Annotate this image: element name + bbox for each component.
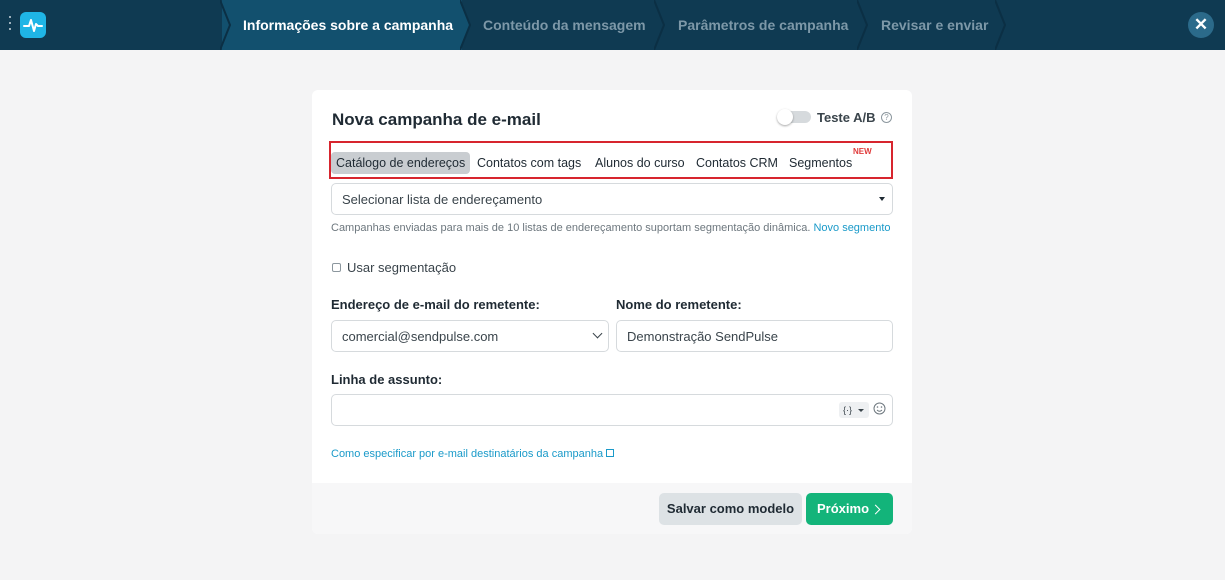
mailing-list-select[interactable]: Selecionar lista de endereçamento xyxy=(331,183,893,215)
step-divider-icon xyxy=(654,0,666,50)
sender-name-input[interactable]: Demonstração SendPulse xyxy=(616,320,893,352)
sender-email-label: Endereço de e-mail do remetente: xyxy=(331,297,540,312)
howto-link-text: Como especificar por e-mail destinatário… xyxy=(331,448,604,460)
chevron-down-icon xyxy=(592,328,603,339)
tab-label: Catálogo de endereços xyxy=(336,156,466,170)
tab-crm-contacts[interactable]: Contatos CRM xyxy=(691,152,783,174)
tab-label: Contatos CRM xyxy=(696,156,778,170)
step-campaign-parameters[interactable]: Parâmetros de campanha xyxy=(678,0,848,50)
caret-down-icon xyxy=(879,197,885,201)
step-divider-icon xyxy=(995,0,1007,50)
card-footer: Salvar como modelo Próximo xyxy=(312,483,912,534)
tab-segments[interactable]: Segmentos xyxy=(784,152,857,174)
step-label: Informações sobre a campanha xyxy=(243,17,454,33)
tab-address-book[interactable]: Catálogo de endereços xyxy=(331,152,471,174)
chevron-right-icon xyxy=(870,504,881,515)
next-button[interactable]: Próximo xyxy=(806,493,893,525)
sender-email-value: comercial@sendpulse.com xyxy=(342,329,499,344)
sender-name-value: Demonstração SendPulse xyxy=(627,329,779,344)
sendpulse-logo-icon[interactable] xyxy=(20,12,46,38)
step-campaign-info[interactable]: Informações sobre a campanha xyxy=(222,0,462,50)
variables-glyph: {·} xyxy=(843,405,853,415)
step-label: Conteúdo da mensagem xyxy=(483,17,646,33)
step-label: Revisar e enviar xyxy=(881,17,989,33)
variables-icon[interactable]: {·} xyxy=(839,402,869,418)
step-message-content[interactable]: Conteúdo da mensagem xyxy=(483,0,646,50)
tab-label: Contatos com tags xyxy=(477,156,582,170)
help-icon[interactable]: ? xyxy=(881,112,892,123)
segmentation-hint: Campanhas enviadas para mais de 10 lista… xyxy=(331,220,891,236)
howto-recipients-link[interactable]: Como especificar por e-mail destinatário… xyxy=(331,448,615,460)
step-label: Parâmetros de campanha xyxy=(678,17,849,33)
tab-tagged-contacts[interactable]: Contatos com tags xyxy=(472,152,586,174)
ab-test-toggle[interactable] xyxy=(777,109,811,125)
campaign-card: Nova campanha de e-mail Teste A/B ? Catá… xyxy=(312,90,912,534)
toggle-knob xyxy=(777,109,793,125)
subject-input[interactable]: {·} xyxy=(331,394,893,426)
new-badge: NEW xyxy=(853,147,872,156)
close-icon[interactable]: ✕ xyxy=(1188,12,1214,38)
emoji-icon[interactable] xyxy=(873,402,886,415)
tab-label: Alunos do curso xyxy=(595,156,685,170)
mailing-list-placeholder: Selecionar lista de endereçamento xyxy=(342,192,543,207)
recipient-source-tabs: Catálogo de endereços Contatos com tags … xyxy=(329,141,893,179)
sender-name-label: Nome do remetente: xyxy=(616,297,742,312)
new-segment-link[interactable]: Novo segmento xyxy=(813,222,890,234)
hint-text: Campanhas enviadas para mais de 10 lista… xyxy=(331,222,811,234)
use-segmentation-checkbox[interactable] xyxy=(332,263,341,272)
tab-label: Segmentos xyxy=(789,156,853,170)
external-link-icon xyxy=(606,449,615,457)
ab-test-label: Teste A/B xyxy=(817,110,876,125)
use-segmentation-label: Usar segmentação xyxy=(347,260,457,275)
tab-course-students[interactable]: Alunos do curso xyxy=(590,152,690,174)
step-divider-icon xyxy=(857,0,869,50)
step-divider-icon xyxy=(460,0,472,50)
menu-dots-icon[interactable] xyxy=(8,16,12,34)
subject-label: Linha de assunto: xyxy=(331,372,443,387)
top-navigation-bar: Informações sobre a campanha Conteúdo da… xyxy=(0,0,1225,50)
save-as-template-button[interactable]: Salvar como modelo xyxy=(659,493,802,525)
caret-down-icon xyxy=(858,409,864,412)
page-title: Nova campanha de e-mail xyxy=(332,110,541,129)
step-review-send[interactable]: Revisar e enviar xyxy=(881,0,988,50)
step-divider-icon xyxy=(220,0,232,50)
next-button-label: Próximo xyxy=(817,501,870,516)
sender-email-select[interactable]: comercial@sendpulse.com xyxy=(331,320,609,352)
